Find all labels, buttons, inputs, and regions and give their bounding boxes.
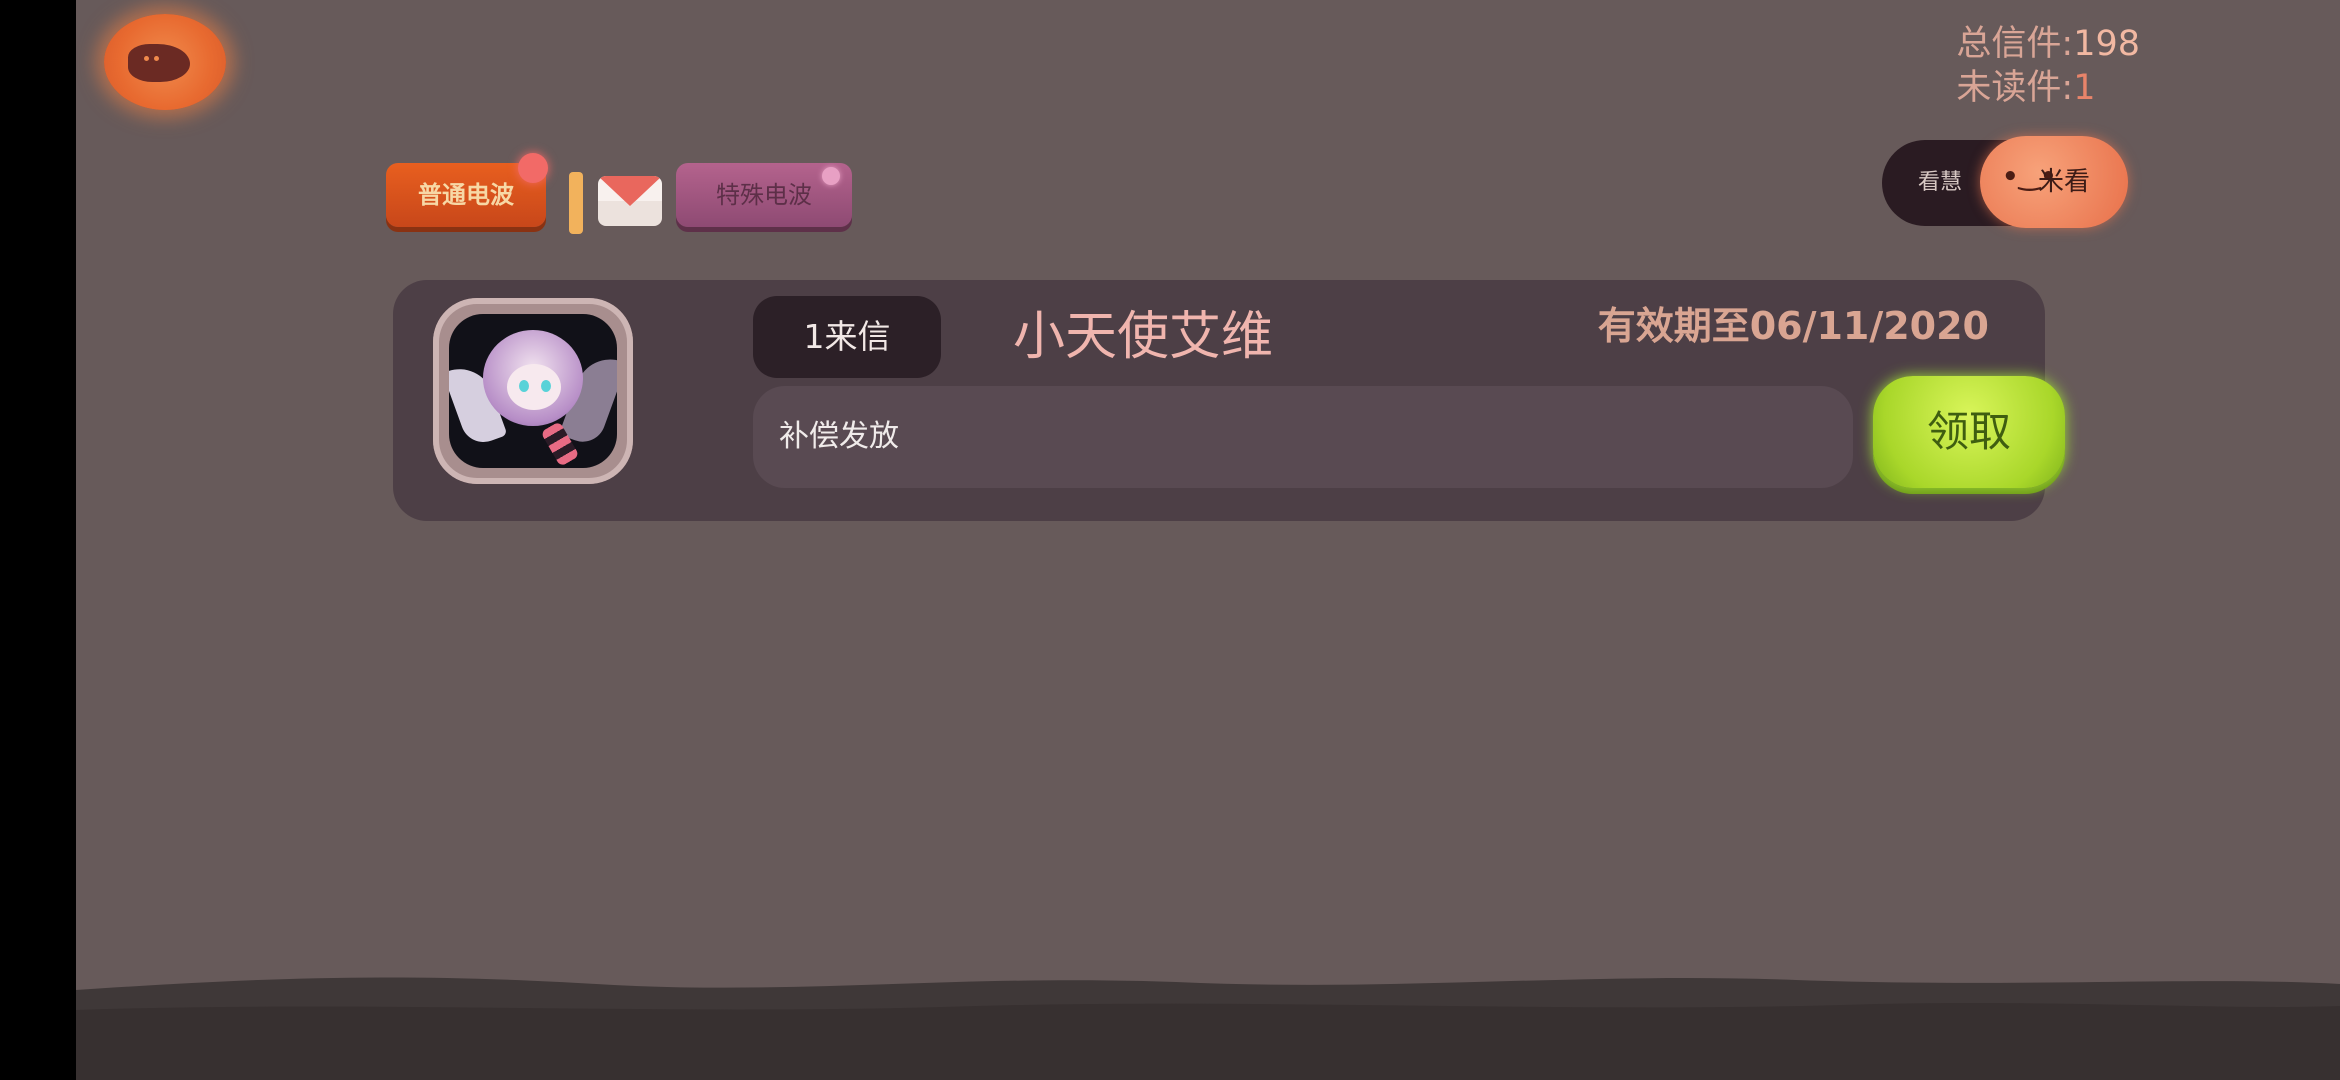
unread-mail-label: 未读件: xyxy=(1956,68,2074,108)
read-toggle-switch[interactable]: 看慧 •‿• 米看 xyxy=(1882,136,2128,228)
unread-mail-value: 1 xyxy=(2073,68,2096,108)
avatar-face xyxy=(507,364,561,410)
total-mail-count: 总信件:198 xyxy=(1956,22,2140,66)
tab-special-label: 特殊电波 xyxy=(716,181,812,209)
avatar-eye xyxy=(541,380,551,392)
notification-dot-icon xyxy=(822,167,840,185)
toggle-knob[interactable]: •‿• 米看 xyxy=(1980,136,2128,228)
ground-decoration xyxy=(76,977,2340,1080)
envelope-icon[interactable] xyxy=(598,176,662,226)
mail-count-badge: 1来信 xyxy=(753,296,941,378)
notification-dot-icon xyxy=(518,153,548,183)
sender-avatar-frame xyxy=(433,298,633,484)
claim-button[interactable]: 领取 xyxy=(1873,376,2065,488)
back-button[interactable] xyxy=(104,14,226,110)
mail-expiry: 有效期至06/11/2020 xyxy=(1597,304,1989,348)
unread-mail-count: 未读件:1 xyxy=(1956,66,2140,110)
tab-divider xyxy=(569,172,583,234)
mail-counters: 总信件:198 未读件:1 xyxy=(1956,22,2140,110)
total-mail-value: 198 xyxy=(2073,24,2140,64)
sender-avatar xyxy=(449,314,617,468)
mail-sender: 小天使艾维 xyxy=(1013,307,1274,367)
avatar-eye xyxy=(519,380,529,392)
tab-normal-label: 普通电波 xyxy=(418,181,514,209)
toggle-on-label: 米看 xyxy=(2038,167,2091,197)
envelope-flap xyxy=(598,176,662,206)
mailbox-screen: 总信件:198 未读件:1 普通电波 特殊电波 看慧 •‿• 米看 1来信 小天… xyxy=(76,0,2340,1080)
blob-eye-icon xyxy=(154,56,159,61)
mail-item[interactable]: 1来信 小天使艾维 有效期至06/11/2020 补偿发放 领取 xyxy=(393,280,2065,521)
blob-eye-icon xyxy=(144,56,149,61)
total-mail-label: 总信件: xyxy=(1956,24,2074,64)
mail-subject: 补偿发放 xyxy=(753,386,1853,488)
blob-icon xyxy=(128,44,190,82)
toggle-off-label: 看慧 xyxy=(1918,170,1963,195)
